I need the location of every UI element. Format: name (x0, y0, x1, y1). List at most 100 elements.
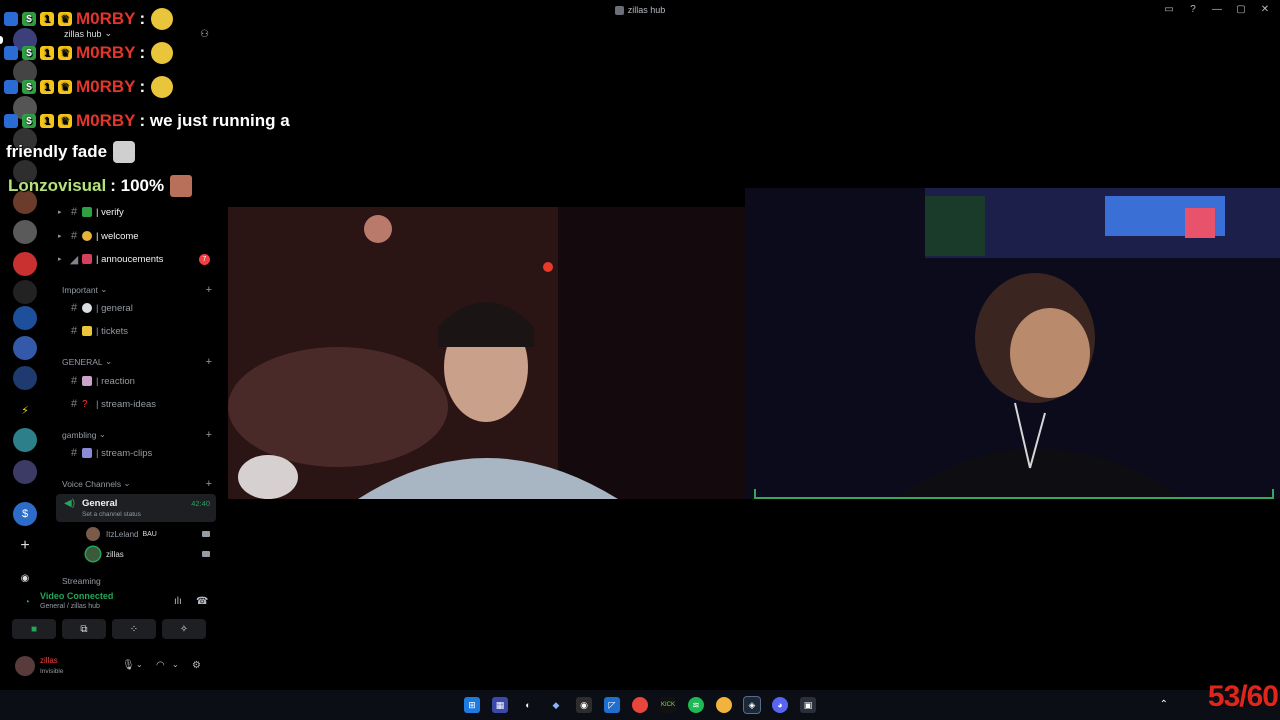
megaphone-icon: ◢ (69, 253, 79, 266)
server-icon[interactable] (13, 252, 37, 276)
add-server-icon[interactable]: + (13, 534, 37, 558)
channel-label: | general (96, 302, 133, 314)
server-icon[interactable] (13, 366, 37, 390)
noise-suppression-icon[interactable]: ılı (174, 596, 182, 607)
channel-tickets[interactable]: # | tickets (58, 321, 216, 341)
add-member-icon[interactable]: ⚇ (200, 29, 209, 40)
camera-button[interactable]: ■ (12, 619, 56, 639)
minimize-button[interactable]: — (1212, 4, 1222, 16)
category-gambling[interactable]: gambling ⌄ + (62, 429, 212, 441)
channel-reaction[interactable]: # | reaction (58, 371, 216, 391)
channel-general[interactable]: # | general (58, 298, 216, 318)
disconnect-icon[interactable]: ☎ (196, 596, 208, 607)
chat-text: : (139, 9, 146, 28)
chat-text: : (139, 77, 146, 96)
server-icon[interactable] (13, 460, 37, 484)
create-channel-icon[interactable]: + (206, 478, 212, 490)
chevron-down-icon[interactable]: ⌄ (136, 660, 143, 669)
video-tile-zillas[interactable] (745, 188, 1280, 499)
speaking-indicator (754, 489, 1274, 499)
server-icon[interactable] (13, 220, 37, 244)
server-icon[interactable] (13, 428, 37, 452)
app-icon[interactable]: ◆ (548, 697, 564, 713)
channel-stream-ideas[interactable]: # ? | stream-ideas (58, 394, 216, 414)
headphones-icon[interactable]: ◠ (156, 660, 165, 671)
voice-user-name: zillas (106, 549, 124, 559)
chevron-down-icon[interactable]: ⌄ (172, 660, 179, 669)
category-label: GENERAL (62, 356, 103, 367)
discover-icon[interactable]: ◉ (13, 566, 37, 590)
activities-button[interactable]: ⁘ (112, 619, 156, 639)
channel-status[interactable]: Set a channel status (82, 511, 141, 518)
server-icon[interactable] (13, 306, 37, 330)
kick-icon[interactable]: KICK (660, 697, 676, 713)
settings-gear-icon[interactable]: ⚙ (192, 660, 201, 671)
chat-message: $ 1 ♛ M0RBY : (4, 76, 174, 98)
create-channel-icon[interactable]: + (206, 284, 212, 296)
connection-location[interactable]: General / zillas hub (40, 603, 100, 610)
chat-text: : (139, 43, 146, 62)
connection-status[interactable]: Video Connected (40, 591, 113, 601)
voice-user-zillas[interactable]: zillas (86, 546, 214, 562)
category-general[interactable]: GENERAL ⌄ + (62, 356, 212, 368)
badge-icon (4, 12, 18, 26)
channel-label: | verify (96, 206, 124, 218)
create-channel-icon[interactable]: + (206, 356, 212, 368)
inbox-icon[interactable]: ▭ (1164, 4, 1174, 16)
dollar-icon[interactable]: $ (13, 502, 37, 526)
badge-icon (4, 80, 18, 94)
channel-annoucements[interactable]: ▸ ◢ | annoucements 7 (58, 249, 216, 269)
chrome-icon[interactable] (716, 697, 732, 713)
crown-badge-icon: ♛ (58, 12, 72, 26)
voice-user-itzleland[interactable]: ItzLeland BAU (86, 526, 214, 542)
steam-icon[interactable]: ◈ (743, 696, 761, 714)
browser-icon[interactable]: ◐ (520, 697, 536, 713)
screen-share-button[interactable]: ⧉ (62, 619, 106, 639)
category-streaming[interactable]: Streaming (62, 576, 212, 586)
video-tile-itzleland[interactable] (228, 207, 745, 499)
discord-icon[interactable]: ◕ (772, 697, 788, 713)
widgets-icon[interactable]: ▦ (492, 697, 508, 713)
channel-stream-clips[interactable]: # | stream-clips (58, 443, 216, 463)
channel-welcome[interactable]: ▸ # | welcome (58, 226, 216, 246)
obs-icon[interactable]: ◉ (576, 697, 592, 713)
emote-icon (151, 76, 174, 98)
window-titlebar: zillas hub ▭ ? — ▢ ✕ (0, 0, 1280, 20)
window-controls: ▭ ? — ▢ ✕ (1164, 4, 1270, 16)
channel-verify[interactable]: ▸ # | verify (58, 202, 216, 222)
maximize-button[interactable]: ▢ (1236, 4, 1246, 16)
chat-username: Lonzovisual (8, 176, 107, 195)
windows-start-icon[interactable]: ⊞ (464, 697, 480, 713)
microphone-icon[interactable]: 🎙 (122, 660, 135, 671)
app-icon[interactable]: ▣ (800, 697, 816, 713)
chevron-down-icon: ⌄ (123, 478, 131, 488)
chevron-up-icon[interactable]: ⌃ (1160, 699, 1168, 710)
sub-badge-icon: 1 (40, 46, 54, 60)
user-panel: zillas Invisible 🎙 ⌄ ◠ ⌄ ⚙ (12, 652, 212, 680)
server-icon[interactable] (13, 280, 37, 304)
voice-channel-general[interactable]: ◀) General 42:40 Set a channel status (56, 494, 216, 522)
chat-message: $ 1 ♛ M0RBY : (4, 42, 174, 64)
channel-label: | stream-clips (96, 447, 153, 459)
create-channel-icon[interactable]: + (206, 429, 212, 441)
soundboard-button[interactable]: ✧ (162, 619, 206, 639)
avatar[interactable] (15, 656, 35, 676)
voice-action-buttons: ■ ⧉ ⁘ ✧ (12, 619, 206, 639)
chat-text: : 100% (110, 176, 165, 195)
channel-label: | annoucements (96, 253, 164, 265)
help-icon[interactable]: ? (1188, 4, 1198, 16)
category-important[interactable]: Important ⌄ + (62, 284, 212, 296)
chevron-right-icon: ▸ (58, 209, 62, 216)
hash-icon: # (70, 325, 78, 337)
chat-message: $ 1 ♛ M0RBY : we just running a (4, 111, 290, 131)
close-button[interactable]: ✕ (1260, 4, 1270, 16)
badge-icon (4, 114, 18, 128)
emote-icon (151, 42, 174, 64)
server-icon[interactable] (13, 336, 37, 360)
spotify-icon[interactable]: ≋ (688, 697, 704, 713)
lightning-icon[interactable]: ⚡ (13, 398, 37, 422)
vscode-icon[interactable]: ◸ (604, 697, 620, 713)
username[interactable]: zillas (40, 656, 58, 665)
chrome-icon[interactable] (632, 697, 648, 713)
category-voice-channels[interactable]: Voice Channels ⌄ + (62, 478, 212, 490)
